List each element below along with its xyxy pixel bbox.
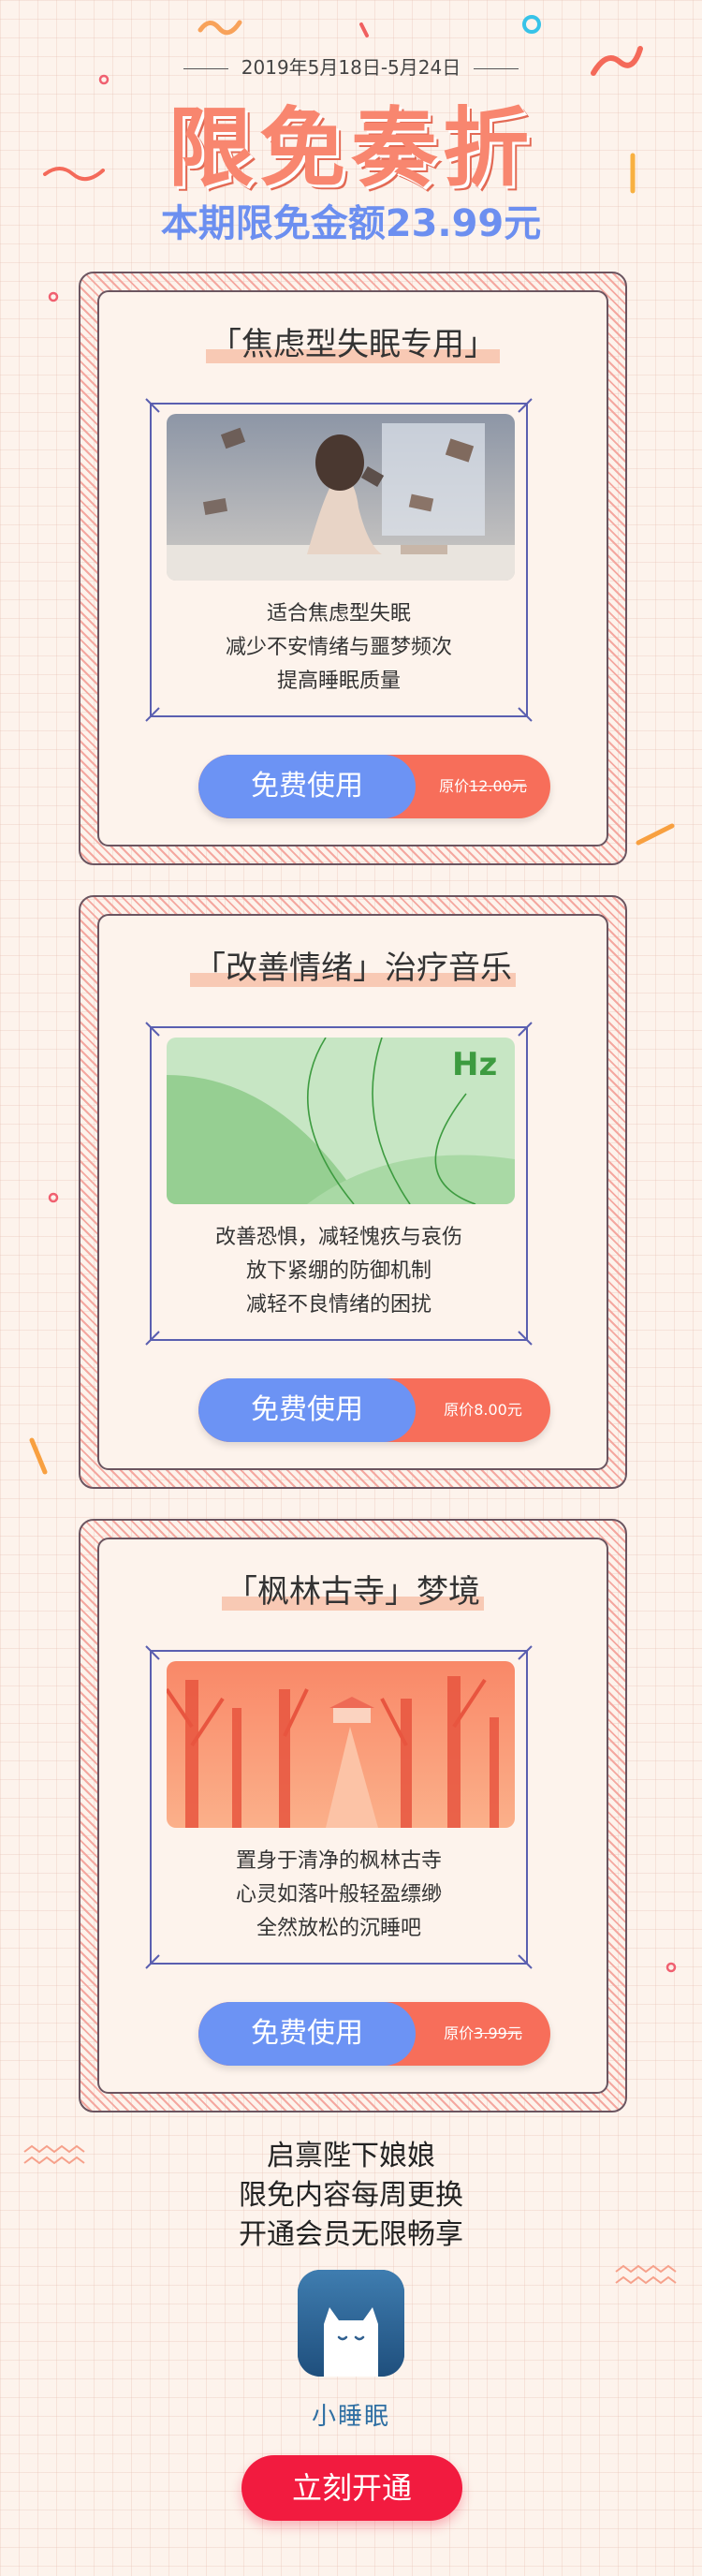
subscribe-now-button[interactable]: 立刻开通	[241, 2455, 462, 2521]
footer-message: 启禀陛下娘娘 限免内容每周更换 开通会员无限畅享	[239, 2140, 463, 2251]
offer-card-3: 「枫林古寺」梦境 置身于清净的枫林古寺 心灵如落叶般轻盈缥缈 全然放松的沉睡吧 …	[79, 1519, 627, 2112]
decorative-squiggle-top	[197, 20, 242, 36]
offer-description: 适合焦虑型失眠 减少不安情绪与噩梦频次 提高睡眠质量	[225, 602, 452, 693]
page-subtitle: 本期限免金额23.99元	[160, 202, 542, 245]
offer-card-panel: 「焦虑型失眠专用」 适合焦虑型失眠 减少不安情绪与噩梦频次 提高睡眠质量 免费使…	[97, 290, 608, 846]
app-logo-icon	[298, 2270, 404, 2377]
free-use-button-group: 免费使用 原价8.00元	[198, 1378, 550, 1442]
offer-card-2: 「改善情绪」治疗音乐 Hz 改善恐惧，减轻愧疚与哀伤 放下紧绷的防御机制 减轻不…	[79, 895, 627, 1489]
offer-card-panel: 「枫林古寺」梦境 置身于清净的枫林古寺 心灵如落叶般轻盈缥缈 全然放松的沉睡吧 …	[97, 1538, 608, 2094]
offer-card-title: 「枫林古寺」梦境	[99, 1566, 607, 1612]
offer-card-title: 「改善情绪」治疗音乐	[99, 942, 607, 988]
hz-label: Hz	[452, 1046, 497, 1083]
date-range: 2019年5月18日-5月24日	[0, 52, 702, 80]
original-price: 原价3.99元	[444, 2024, 522, 2042]
offer-image-green-waves: Hz	[167, 1038, 515, 1204]
offer-card-1: 「焦虑型失眠专用」 适合焦虑型失眠 减少不安情绪与噩梦频次 提高睡眠质量 免费使…	[79, 272, 627, 865]
offer-card-panel: 「改善情绪」治疗音乐 Hz 改善恐惧，减轻愧疚与哀伤 放下紧绷的防御机制 减轻不…	[97, 914, 608, 1470]
page-title: 限免奏折	[167, 98, 534, 199]
decorative-bar-orange	[29, 1437, 48, 1475]
offer-image-girl-books	[167, 414, 515, 581]
free-use-button[interactable]: 免费使用	[198, 2002, 416, 2066]
offer-image-maple-temple	[167, 1661, 515, 1828]
decorative-dash	[359, 22, 369, 37]
original-price: 原价8.00元	[444, 1401, 522, 1419]
decorative-dot	[665, 1962, 677, 1973]
free-use-button[interactable]: 免费使用	[198, 755, 416, 818]
decorative-zigzag-right	[615, 2264, 677, 2285]
app-name: 小睡眠	[311, 2403, 390, 2431]
original-price: 原价12.00元	[439, 777, 527, 795]
offer-image-frame: 适合焦虑型失眠 减少不安情绪与噩梦频次 提高睡眠质量	[145, 398, 533, 722]
decorative-dot	[48, 1192, 59, 1203]
free-use-button[interactable]: 免费使用	[198, 1378, 416, 1442]
offer-description: 置身于清净的枫林古寺 心灵如落叶般轻盈缥缈 全然放松的沉睡吧	[235, 1849, 442, 1940]
date-range-text: 2019年5月18日-5月24日	[241, 56, 461, 79]
offer-image-frame: 置身于清净的枫林古寺 心灵如落叶般轻盈缥缈 全然放松的沉睡吧	[145, 1645, 533, 1969]
free-use-button-group: 免费使用 原价3.99元	[198, 2002, 550, 2066]
free-use-button-group: 免费使用 原价12.00元	[198, 755, 550, 818]
offer-card-title: 「焦虑型失眠专用」	[99, 318, 607, 364]
decorative-dot	[48, 291, 59, 302]
decorative-bar-orange	[636, 823, 675, 846]
offer-description: 改善恐惧，减轻愧疚与哀伤 放下紧绷的防御机制 减轻不良情绪的困扰	[214, 1226, 462, 1317]
offer-image-frame: Hz 改善恐惧，减轻愧疚与哀伤 放下紧绷的防御机制 减轻不良情绪的困扰	[145, 1022, 533, 1346]
decorative-circle-icon	[522, 15, 541, 34]
